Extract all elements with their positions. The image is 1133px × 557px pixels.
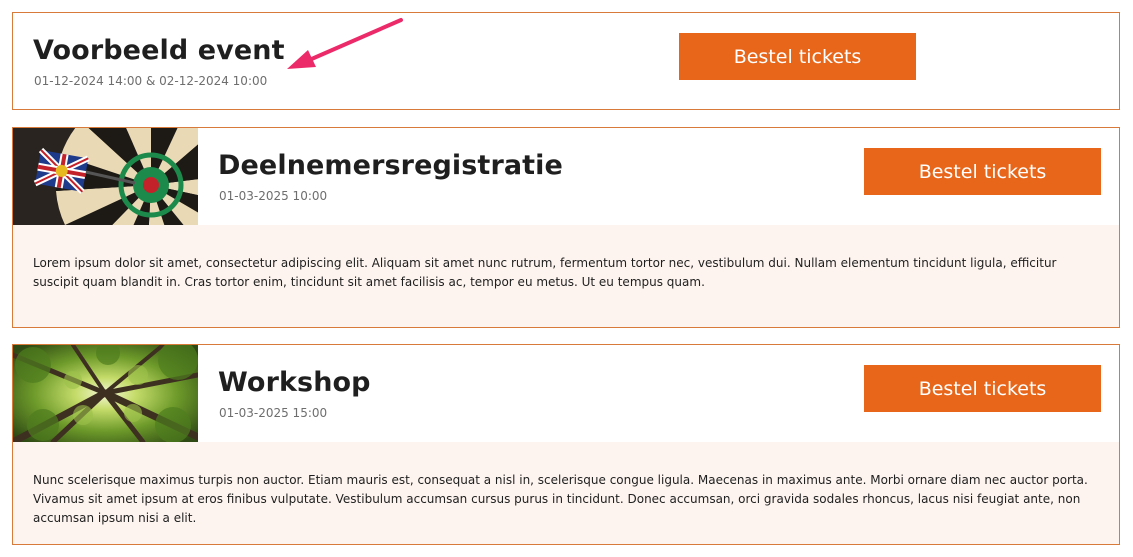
event-description: Lorem ipsum dolor sit amet, consectetur …	[13, 225, 1119, 327]
event-title: Workshop	[218, 367, 371, 398]
event-date: 01-03-2025 15:00	[219, 406, 328, 420]
event-title: Voorbeeld event	[33, 35, 285, 66]
event-description: Nunc scelerisque maximus turpis non auct…	[13, 442, 1119, 544]
event-card-workshop: Workshop 01-03-2025 15:00 Bestel tickets…	[12, 344, 1120, 545]
event-date: 01-03-2025 10:00	[219, 189, 328, 203]
arrow-pointer-icon	[287, 18, 403, 69]
event-title: Deelnemersregistratie	[218, 150, 563, 181]
forest-canopy-image	[13, 345, 198, 442]
order-tickets-button[interactable]: Bestel tickets	[679, 33, 916, 80]
order-tickets-button[interactable]: Bestel tickets	[864, 365, 1101, 412]
dartboard-image	[13, 128, 198, 225]
order-tickets-button[interactable]: Bestel tickets	[864, 148, 1101, 195]
event-date: 01-12-2024 14:00 & 02-12-2024 10:00	[34, 74, 268, 88]
event-card-voorbeeld: Voorbeeld event 01-12-2024 14:00 & 02-12…	[12, 12, 1120, 110]
event-card-deelnemersregistratie: Deelnemersregistratie 01-03-2025 10:00 B…	[12, 127, 1120, 328]
